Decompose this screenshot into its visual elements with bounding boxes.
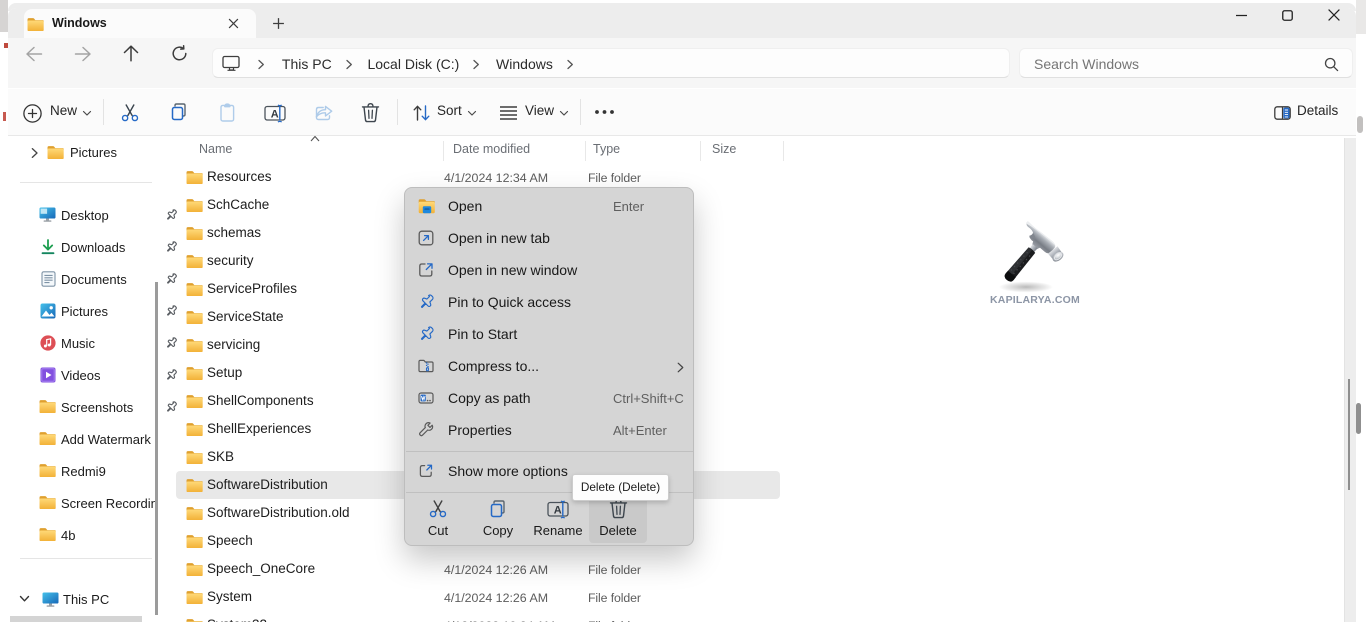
svg-text:KAPILARYA.COM: KAPILARYA.COM xyxy=(990,294,1080,306)
svg-text:A: A xyxy=(554,504,562,516)
svg-text:A: A xyxy=(271,108,279,120)
